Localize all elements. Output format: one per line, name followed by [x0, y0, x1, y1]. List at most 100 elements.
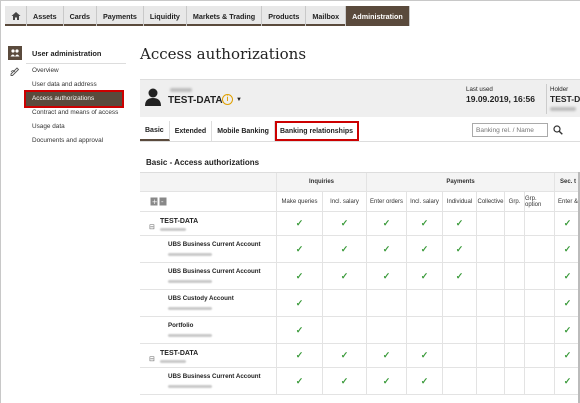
nav-products[interactable]: Products [262, 6, 307, 26]
permission-cell[interactable] [476, 290, 504, 316]
col-grp[interactable]: Grp. [504, 192, 524, 211]
permission-cell[interactable]: ✓ [442, 212, 476, 235]
chevron-down-icon[interactable]: ▼ [236, 97, 242, 103]
nav-assets[interactable]: Assets [27, 6, 64, 26]
permission-cell[interactable]: ✓ [554, 317, 580, 343]
permission-cell[interactable]: ✓ [554, 290, 580, 316]
permission-cell[interactable] [406, 290, 442, 316]
nav-payments[interactable]: Payments [97, 6, 144, 26]
permission-cell[interactable] [524, 290, 554, 316]
info-icon[interactable]: i [222, 94, 233, 105]
permission-cell[interactable] [524, 368, 554, 394]
sidebar-item-contract[interactable]: Contract and means of access [26, 106, 126, 120]
permission-cell[interactable]: ✓ [406, 344, 442, 367]
permission-cell[interactable]: ✓ [322, 344, 366, 367]
permission-cell[interactable]: ✓ [554, 236, 580, 262]
permission-cell[interactable] [504, 344, 524, 367]
permission-cell[interactable] [504, 290, 524, 316]
col-make-queries[interactable]: Make queries [276, 192, 322, 211]
permission-cell[interactable] [476, 263, 504, 289]
tab-basic[interactable]: Basic [140, 121, 170, 141]
nav-administration[interactable]: Administration [346, 6, 410, 26]
nav-cards[interactable]: Cards [64, 6, 97, 26]
permission-cell[interactable] [476, 212, 504, 235]
permission-cell[interactable]: ✓ [406, 212, 442, 235]
permission-cell[interactable]: ✓ [322, 212, 366, 235]
permission-cell[interactable] [504, 368, 524, 394]
col-incl-salary[interactable]: Incl. salary [322, 192, 366, 211]
permission-cell[interactable] [442, 368, 476, 394]
permission-cell[interactable] [524, 344, 554, 367]
collapse-icon[interactable]: ⊟ [149, 355, 155, 363]
permission-cell[interactable] [524, 212, 554, 235]
tab-extended[interactable]: Extended [170, 121, 213, 141]
permission-cell[interactable] [504, 236, 524, 262]
permission-cell[interactable]: ✓ [554, 212, 580, 235]
sidebar-item-access-authorizations[interactable]: Access authorizations [24, 90, 124, 108]
tab-banking-relationships[interactable]: Banking relationships [274, 121, 360, 141]
nav-markets-trading[interactable]: Markets & Trading [187, 6, 263, 26]
permission-cell[interactable] [322, 290, 366, 316]
permission-cell[interactable] [476, 236, 504, 262]
permission-cell[interactable]: ✓ [406, 263, 442, 289]
permission-cell[interactable]: ✓ [366, 344, 406, 367]
table-row[interactable]: UBS Custody Account ✓ ✓ [140, 290, 580, 317]
permission-cell[interactable]: ✓ [322, 368, 366, 394]
permission-cell[interactable]: ✓ [276, 344, 322, 367]
col-collective[interactable]: Collective [476, 192, 504, 211]
permission-cell[interactable]: ✓ [366, 368, 406, 394]
col-grp-option[interactable]: Grp. option [524, 192, 554, 211]
collapse-icon[interactable]: ⊟ [149, 223, 155, 231]
permission-cell[interactable] [504, 212, 524, 235]
permission-cell[interactable]: ✓ [276, 212, 322, 235]
search-input[interactable] [472, 123, 548, 137]
permission-cell[interactable] [524, 263, 554, 289]
signature-icon[interactable] [8, 64, 22, 78]
sidebar-item-documents[interactable]: Documents and approval [26, 134, 126, 148]
permission-cell[interactable] [442, 317, 476, 343]
permission-cell[interactable]: ✓ [554, 344, 580, 367]
table-row[interactable]: ⊟ TEST-DATA ✓ ✓ ✓ ✓ ✓ ✓ [140, 212, 580, 236]
sidebar-item-user-data[interactable]: User data and address [26, 78, 126, 92]
table-row[interactable]: UBS Business Current Account ✓ ✓ ✓ ✓ ✓ ✓ [140, 263, 580, 290]
permission-cell[interactable] [366, 317, 406, 343]
col-individual[interactable]: Individual [442, 192, 476, 211]
permission-cell[interactable]: ✓ [276, 317, 322, 343]
permission-cell[interactable]: ✓ [406, 368, 442, 394]
permission-cell[interactable]: ✓ [442, 263, 476, 289]
search-icon[interactable] [550, 123, 566, 137]
permission-cell[interactable]: ✓ [276, 290, 322, 316]
permission-cell[interactable] [476, 317, 504, 343]
permission-cell[interactable]: ✓ [322, 263, 366, 289]
permission-cell[interactable]: ✓ [366, 212, 406, 235]
permission-cell[interactable] [504, 317, 524, 343]
user-name[interactable]: TEST-DATA [168, 95, 223, 106]
nav-liquidity[interactable]: Liquidity [144, 6, 187, 26]
permission-cell[interactable]: ✓ [442, 236, 476, 262]
table-row[interactable]: Portfolio ✓ ✓ [140, 317, 580, 344]
nav-mailbox[interactable]: Mailbox [306, 6, 347, 26]
permission-cell[interactable]: ✓ [276, 263, 322, 289]
col-enter-and[interactable]: Enter & [554, 192, 580, 211]
permission-cell[interactable]: ✓ [554, 263, 580, 289]
permission-cell[interactable]: ✓ [366, 263, 406, 289]
col-enter-orders[interactable]: Enter orders [366, 192, 406, 211]
permission-cell[interactable] [322, 317, 366, 343]
permission-cell[interactable] [476, 368, 504, 394]
permission-cell[interactable] [442, 290, 476, 316]
col-incl-salary-2[interactable]: Incl. salary [406, 192, 442, 211]
sidebar-item-usage-data[interactable]: Usage data [26, 120, 126, 134]
permission-cell[interactable] [524, 236, 554, 262]
permission-cell[interactable]: ✓ [276, 368, 322, 394]
table-row[interactable]: UBS Business Current Account ✓ ✓ ✓ ✓ ✓ ✓ [140, 236, 580, 263]
permission-cell[interactable]: ✓ [366, 236, 406, 262]
permission-cell[interactable]: ✓ [406, 236, 442, 262]
permission-cell[interactable] [406, 317, 442, 343]
expand-collapse-icon[interactable]: + - [150, 197, 168, 207]
permission-cell[interactable] [504, 263, 524, 289]
sidebar-item-overview[interactable]: Overview [26, 64, 126, 78]
permission-cell[interactable] [524, 317, 554, 343]
permission-cell[interactable] [442, 344, 476, 367]
permission-cell[interactable]: ✓ [276, 236, 322, 262]
table-row[interactable]: ⊟ TEST-DATA ✓ ✓ ✓ ✓ ✓ [140, 344, 580, 368]
